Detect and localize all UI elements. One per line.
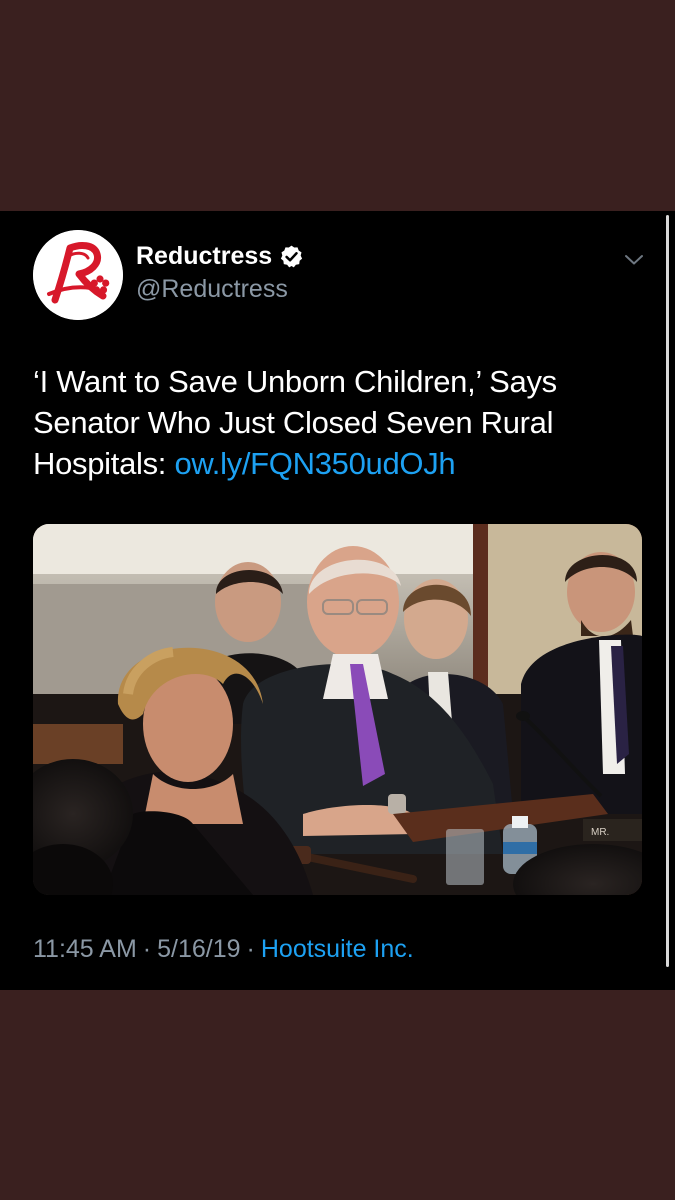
name-placard: MR. [591,827,609,838]
tweet-metadata: 11:45 AM · 5/16/19 · Hootsuite Inc. [33,935,414,964]
scroll-indicator[interactable] [666,215,669,967]
tweet-link[interactable]: ow.ly/FQN350udOJh [174,446,455,481]
user-handle[interactable]: @Reductress [136,275,288,304]
tweet-photo[interactable]: MR. [33,524,642,895]
avatar[interactable] [33,230,123,320]
tweet-source-link[interactable]: Hootsuite Inc. [261,935,414,963]
separator-dot: · [142,935,152,963]
display-name[interactable]: Reductress [136,242,304,271]
verified-badge-icon [281,245,303,268]
tweet-text: ‘I Want to Save Unborn Children,’ Says S… [33,361,643,484]
reductress-logo-icon [33,230,123,320]
display-name-text[interactable]: Reductress [136,242,272,271]
separator-dot: · [246,935,255,963]
screenshot-frame: Reductress @Reductress ‘I Want to Save U… [0,0,675,1200]
senate-hearing-photo: MR. [33,524,642,895]
chevron-down-icon[interactable] [622,252,646,268]
tweet-card[interactable]: Reductress @Reductress ‘I Want to Save U… [0,211,675,990]
tweet-date[interactable]: 5/16/19 [157,935,240,963]
tweet-time[interactable]: 11:45 AM [33,935,137,963]
